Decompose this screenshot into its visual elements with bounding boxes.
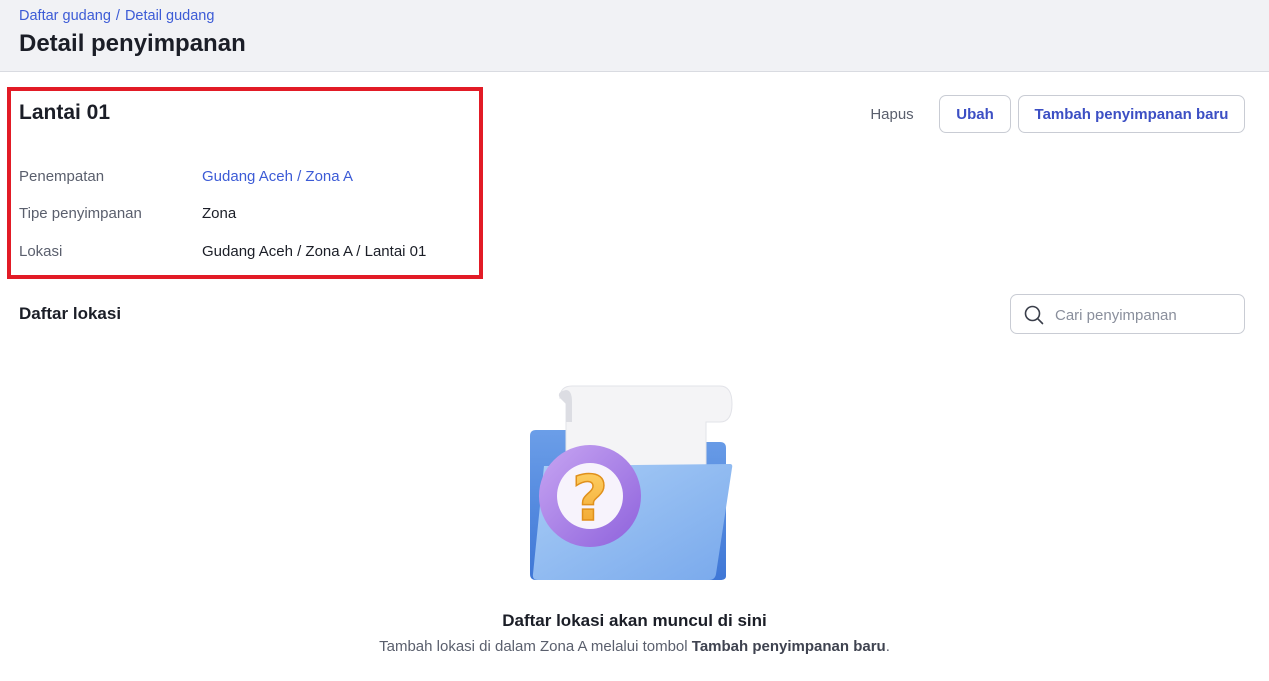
search-input[interactable]: [1055, 303, 1235, 327]
storage-type-label: Tipe penyimpanan: [19, 205, 142, 222]
breadcrumb-link-daftar-gudang[interactable]: Daftar gudang: [19, 8, 111, 24]
folder-question-icon: ?: [530, 385, 733, 580]
search-box[interactable]: [1010, 294, 1245, 334]
location-value: Gudang Aceh / Zona A / Lantai 01: [202, 243, 427, 260]
svg-text:?: ?: [572, 462, 608, 535]
empty-state-description-text: Tambah lokasi di dalam Zona A melalui to…: [379, 638, 692, 655]
breadcrumb-separator: /: [115, 8, 120, 24]
breadcrumb: Daftar gudang / Detail gudang: [19, 8, 214, 24]
empty-state-title: Daftar lokasi akan muncul di sini: [502, 611, 767, 630]
page-header: Daftar gudang / Detail gudang Detail pen…: [0, 0, 1269, 72]
add-storage-button[interactable]: Tambah penyimpanan baru: [1018, 95, 1245, 133]
placement-link[interactable]: Gudang Aceh / Zona A: [202, 168, 353, 185]
search-icon: [1024, 305, 1044, 325]
empty-state-description-bold: Tambah penyimpanan baru: [691, 638, 886, 655]
empty-state-description-end: .: [885, 638, 890, 655]
edit-button[interactable]: Ubah: [939, 95, 1011, 133]
breadcrumb-link-detail-gudang[interactable]: Detail gudang: [125, 8, 215, 24]
empty-state-description: Tambah lokasi di dalam Zona A melalui to…: [0, 638, 1269, 655]
storage-type-value: Zona: [202, 205, 237, 222]
page-title: Detail penyimpanan: [19, 30, 246, 57]
delete-button[interactable]: Hapus: [858, 95, 926, 133]
location-label: Lokasi: [19, 243, 63, 260]
storage-name: Lantai 01: [19, 101, 111, 124]
placement-label: Penempatan: [19, 168, 105, 185]
location-list-title: Daftar lokasi: [19, 304, 122, 323]
